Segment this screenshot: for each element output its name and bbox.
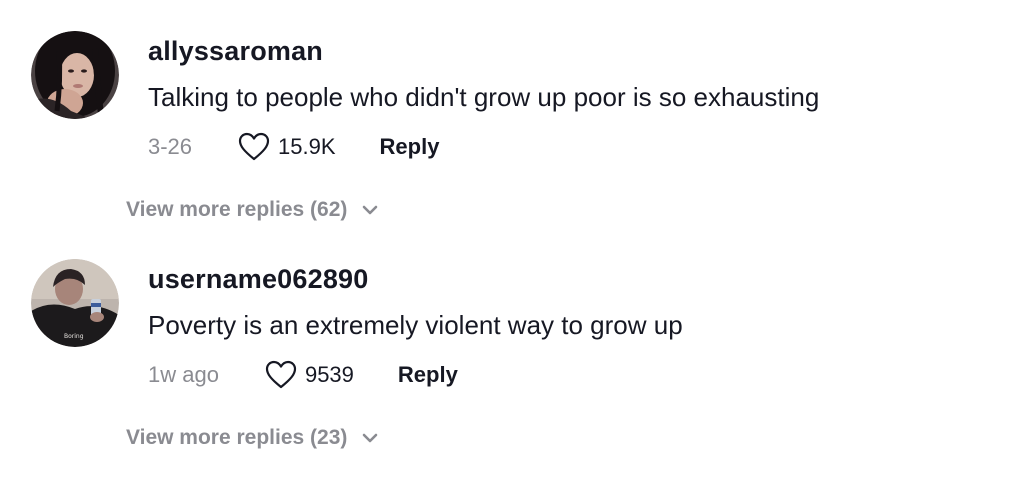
- avatar[interactable]: Boring: [31, 259, 119, 347]
- comment-text: Poverty is an extremely violent way to g…: [148, 310, 683, 340]
- comment-text: Talking to people who didn't grow up poo…: [148, 82, 820, 112]
- heart-outline-icon: [238, 132, 270, 161]
- chevron-down-icon: [363, 205, 378, 215]
- comment-meta: 1w ago 9539 Reply: [148, 358, 458, 392]
- like-count: 15.9K: [278, 134, 336, 159]
- view-more-replies[interactable]: View more replies (62): [126, 198, 379, 222]
- reply-button[interactable]: Reply: [398, 362, 458, 388]
- view-more-replies-label: View more replies (62): [126, 198, 348, 221]
- chevron-down-icon: [363, 433, 378, 443]
- view-more-replies[interactable]: View more replies (23): [126, 426, 379, 450]
- heart-outline-icon: [265, 360, 297, 389]
- comment-date: 3-26: [148, 134, 193, 159]
- comment-username[interactable]: allyssaroman: [148, 36, 323, 67]
- view-more-replies-label: View more replies (23): [126, 426, 348, 449]
- like-count: 9539: [304, 362, 354, 387]
- avatar-image: [31, 31, 119, 119]
- comment-meta: 3-26 15.9K Reply: [148, 130, 439, 164]
- comment-date: 1w ago: [148, 362, 219, 387]
- like-button[interactable]: 15.9K: [238, 132, 336, 162]
- reply-button[interactable]: Reply: [380, 134, 440, 160]
- comment-username[interactable]: username062890: [148, 264, 368, 295]
- avatar-caption: Boring: [64, 333, 84, 340]
- avatar[interactable]: [31, 31, 119, 119]
- like-button[interactable]: 9539: [265, 360, 354, 390]
